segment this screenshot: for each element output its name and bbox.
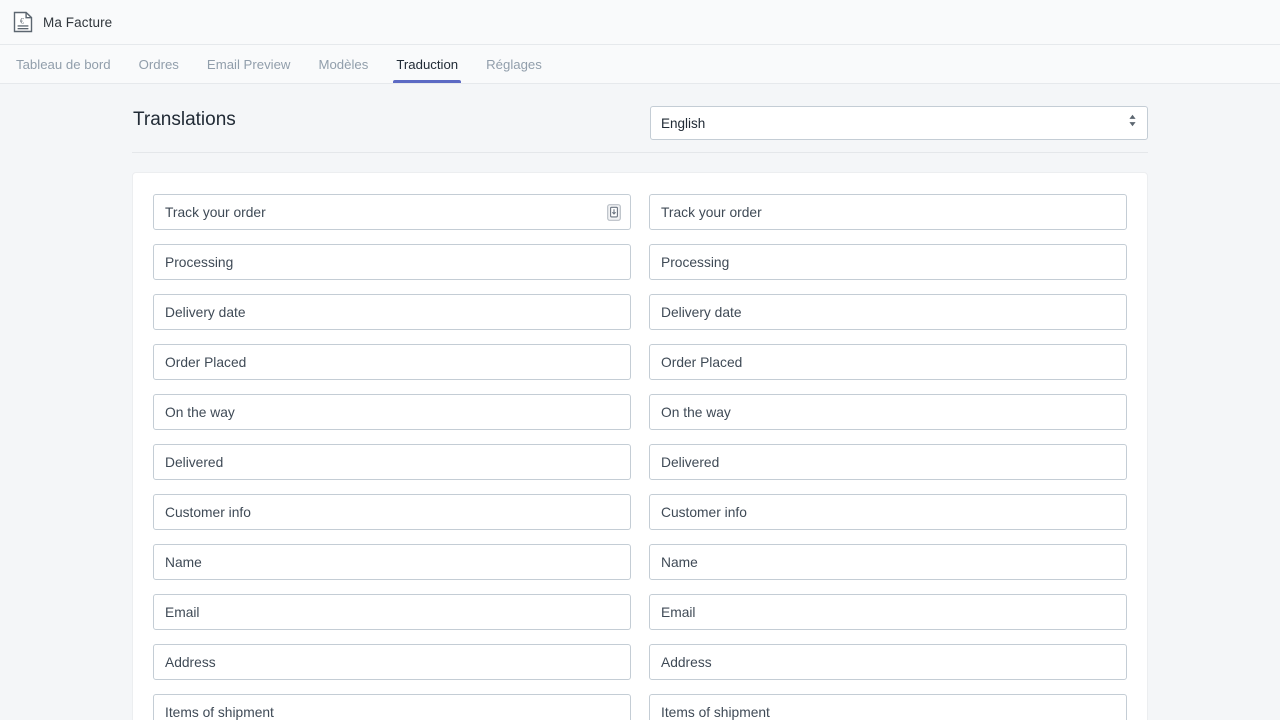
target-input[interactable] xyxy=(649,194,1127,230)
tab-modeles[interactable]: Modèles xyxy=(304,45,382,83)
source-field-wrapper xyxy=(153,344,631,380)
translation-row xyxy=(153,294,1127,330)
target-field-wrapper xyxy=(649,544,1127,580)
source-input[interactable] xyxy=(153,444,631,480)
page-title: Translations xyxy=(133,109,236,130)
tab-label: Réglages xyxy=(486,56,542,72)
translation-rows xyxy=(153,194,1127,720)
app-name: Ma Facture xyxy=(43,14,113,30)
source-input[interactable] xyxy=(153,544,631,580)
target-field-wrapper xyxy=(649,444,1127,480)
translation-row xyxy=(153,694,1127,720)
translation-row xyxy=(153,344,1127,380)
target-input[interactable] xyxy=(649,494,1127,530)
target-field-wrapper xyxy=(649,394,1127,430)
target-input[interactable] xyxy=(649,244,1127,280)
tab-label: Traduction xyxy=(396,56,459,72)
source-field-wrapper xyxy=(153,494,631,530)
main-nav: Tableau de bord Ordres Email Preview Mod… xyxy=(0,45,1280,84)
target-field-wrapper xyxy=(649,644,1127,680)
source-field-wrapper xyxy=(153,694,631,720)
tab-tableau-de-bord[interactable]: Tableau de bord xyxy=(2,45,125,83)
translation-row xyxy=(153,644,1127,680)
source-input[interactable] xyxy=(153,694,631,720)
translation-row xyxy=(153,544,1127,580)
target-input[interactable] xyxy=(649,444,1127,480)
invoice-document-icon: € xyxy=(13,11,33,33)
page-header: Translations English xyxy=(132,84,1148,140)
source-input[interactable] xyxy=(153,494,631,530)
app-top-bar: € Ma Facture xyxy=(0,0,1280,45)
tab-label: Ordres xyxy=(138,56,179,72)
source-input[interactable] xyxy=(153,244,631,280)
target-input[interactable] xyxy=(649,544,1127,580)
language-select-wrapper: English xyxy=(650,106,1148,140)
tab-traduction[interactable]: Traduction xyxy=(382,45,472,83)
tab-label: Modèles xyxy=(318,56,369,72)
target-input[interactable] xyxy=(649,294,1127,330)
language-select[interactable]: English xyxy=(650,106,1148,140)
source-input[interactable] xyxy=(153,344,631,380)
target-field-wrapper xyxy=(649,244,1127,280)
translation-row xyxy=(153,244,1127,280)
target-input[interactable] xyxy=(649,394,1127,430)
source-input[interactable] xyxy=(153,594,631,630)
target-field-wrapper xyxy=(649,294,1127,330)
tab-label: Email Preview xyxy=(206,56,291,72)
source-input[interactable] xyxy=(153,194,631,230)
source-field-wrapper xyxy=(153,194,631,230)
source-field-wrapper xyxy=(153,594,631,630)
source-field-wrapper xyxy=(153,444,631,480)
target-field-wrapper xyxy=(649,494,1127,530)
tab-email-preview[interactable]: Email Preview xyxy=(193,45,305,83)
translation-row xyxy=(153,394,1127,430)
translation-row xyxy=(153,444,1127,480)
svg-text:€: € xyxy=(20,16,24,25)
tab-ordres[interactable]: Ordres xyxy=(125,45,193,83)
target-input[interactable] xyxy=(649,644,1127,680)
translations-page: Translations English xyxy=(0,84,1280,720)
source-input[interactable] xyxy=(153,644,631,680)
source-field-wrapper xyxy=(153,394,631,430)
header-divider xyxy=(132,152,1148,153)
target-field-wrapper xyxy=(649,694,1127,720)
source-input[interactable] xyxy=(153,394,631,430)
tab-reglages[interactable]: Réglages xyxy=(472,45,556,83)
copy-icon[interactable] xyxy=(606,203,622,221)
translation-row xyxy=(153,594,1127,630)
app-brand[interactable]: € Ma Facture xyxy=(8,11,112,33)
source-field-wrapper xyxy=(153,544,631,580)
translation-row xyxy=(153,194,1127,230)
source-field-wrapper xyxy=(153,244,631,280)
target-input[interactable] xyxy=(649,594,1127,630)
target-input[interactable] xyxy=(649,694,1127,720)
translations-card xyxy=(132,172,1148,720)
target-field-wrapper xyxy=(649,344,1127,380)
source-field-wrapper xyxy=(153,644,631,680)
translation-row xyxy=(153,494,1127,530)
source-field-wrapper xyxy=(153,294,631,330)
target-field-wrapper xyxy=(649,594,1127,630)
tab-label: Tableau de bord xyxy=(16,56,111,72)
target-field-wrapper xyxy=(649,194,1127,230)
target-input[interactable] xyxy=(649,344,1127,380)
source-input[interactable] xyxy=(153,294,631,330)
